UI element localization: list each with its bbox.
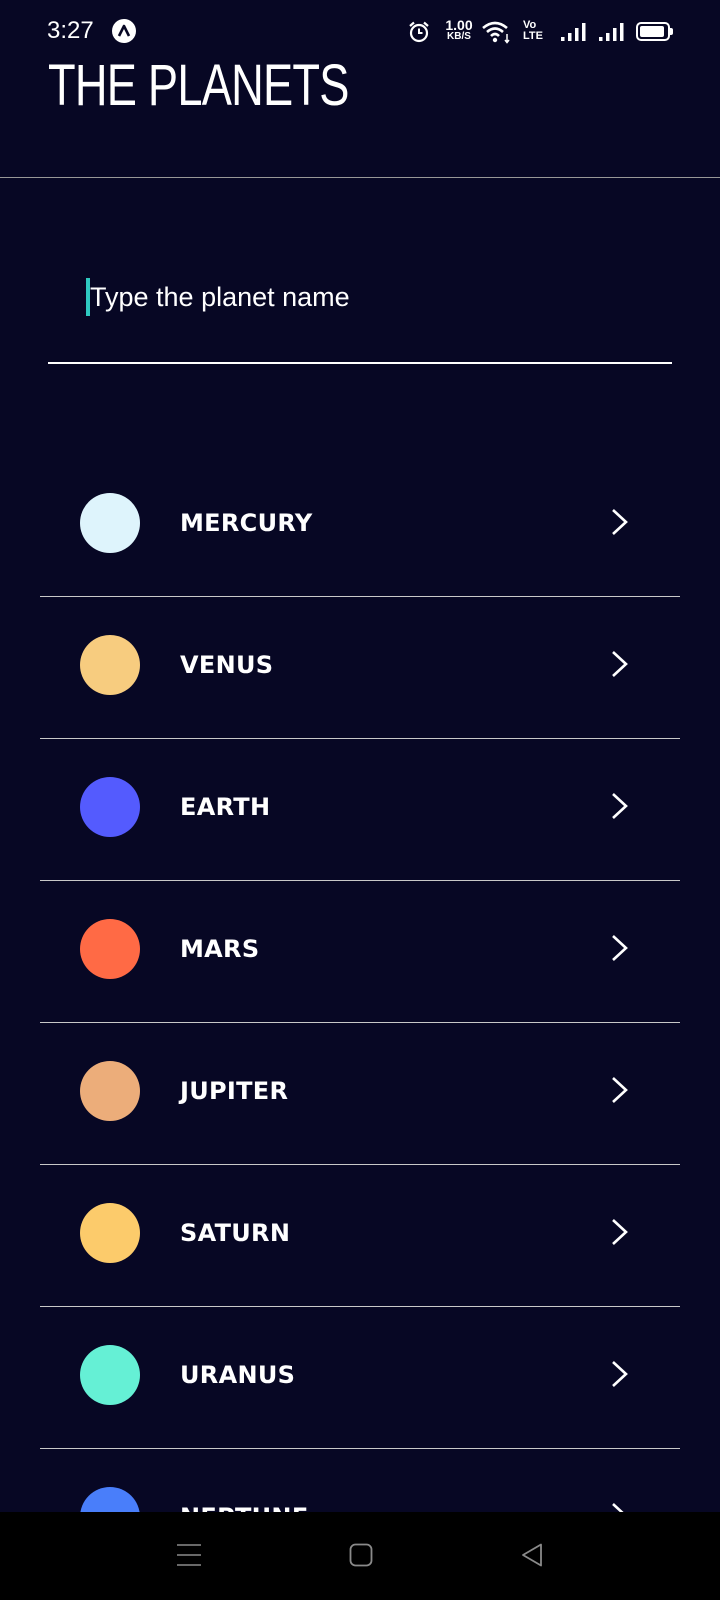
header-divider: [0, 177, 720, 178]
home-icon[interactable]: [349, 1542, 373, 1568]
page-title: THE PLANETS: [48, 53, 349, 118]
planet-color-dot: [80, 777, 140, 837]
planet-color-dot: [80, 635, 140, 695]
chevron-right-icon: [612, 509, 628, 535]
chevron-right-icon: [612, 1077, 628, 1103]
planet-list[interactable]: MERCURY VENUS EARTH MARS JUPITER SATURN …: [40, 455, 680, 1512]
planet-row-venus[interactable]: VENUS: [40, 597, 680, 739]
planet-row-mars[interactable]: MARS: [40, 881, 680, 1023]
search-input[interactable]: [90, 272, 650, 322]
signal-icon-1: [561, 23, 586, 41]
volte-indicator: Vo LTE: [523, 20, 543, 42]
planet-name: MARS: [180, 935, 260, 963]
back-icon[interactable]: [520, 1542, 544, 1568]
search-field[interactable]: [48, 260, 672, 364]
planet-row-saturn[interactable]: SATURN: [40, 1165, 680, 1307]
volte-bottom: LTE: [523, 30, 543, 42]
planet-color-dot: [80, 1345, 140, 1405]
planet-name: NEPTUNE: [180, 1503, 309, 1512]
planet-row-earth[interactable]: EARTH: [40, 739, 680, 881]
planet-row-mercury[interactable]: MERCURY: [40, 455, 680, 597]
signal-icon-2: [599, 23, 624, 41]
planet-color-dot: [80, 1203, 140, 1263]
planet-name: EARTH: [180, 793, 271, 821]
chevron-right-icon: [612, 935, 628, 961]
chevron-right-icon: [612, 1503, 624, 1512]
planet-color-dot: [80, 1061, 140, 1121]
planet-name: SATURN: [180, 1219, 291, 1247]
network-speed-unit: KB/S: [447, 31, 471, 42]
planet-color-dot: [80, 919, 140, 979]
system-nav-bar: [0, 1512, 720, 1600]
planet-name: JUPITER: [180, 1077, 289, 1105]
chevron-right-icon: [612, 793, 628, 819]
chevron-right-icon: [612, 651, 628, 677]
planet-color-dot: [80, 493, 140, 553]
status-time: 3:27: [47, 17, 94, 44]
alarm-icon: [409, 21, 429, 43]
planet-color-dot: [80, 1487, 140, 1512]
app-notification-icon: [112, 19, 136, 43]
planet-name: URANUS: [180, 1361, 296, 1389]
planet-name: MERCURY: [180, 509, 313, 537]
status-icons: 1.00 KB/S Vo LTE: [408, 18, 678, 46]
planet-row-jupiter[interactable]: JUPITER: [40, 1023, 680, 1165]
menu-icon[interactable]: [176, 1542, 202, 1568]
battery-icon: [636, 22, 673, 41]
network-speed: 1.00 KB/S: [442, 18, 476, 42]
planet-row-uranus[interactable]: URANUS: [40, 1307, 680, 1449]
chevron-right-icon: [612, 1219, 628, 1245]
planet-row-neptune[interactable]: NEPTUNE: [40, 1449, 680, 1512]
chevron-right-icon: [612, 1361, 628, 1387]
wifi-icon: [482, 21, 510, 44]
network-speed-value: 1.00: [445, 17, 473, 33]
planet-name: VENUS: [180, 651, 274, 679]
